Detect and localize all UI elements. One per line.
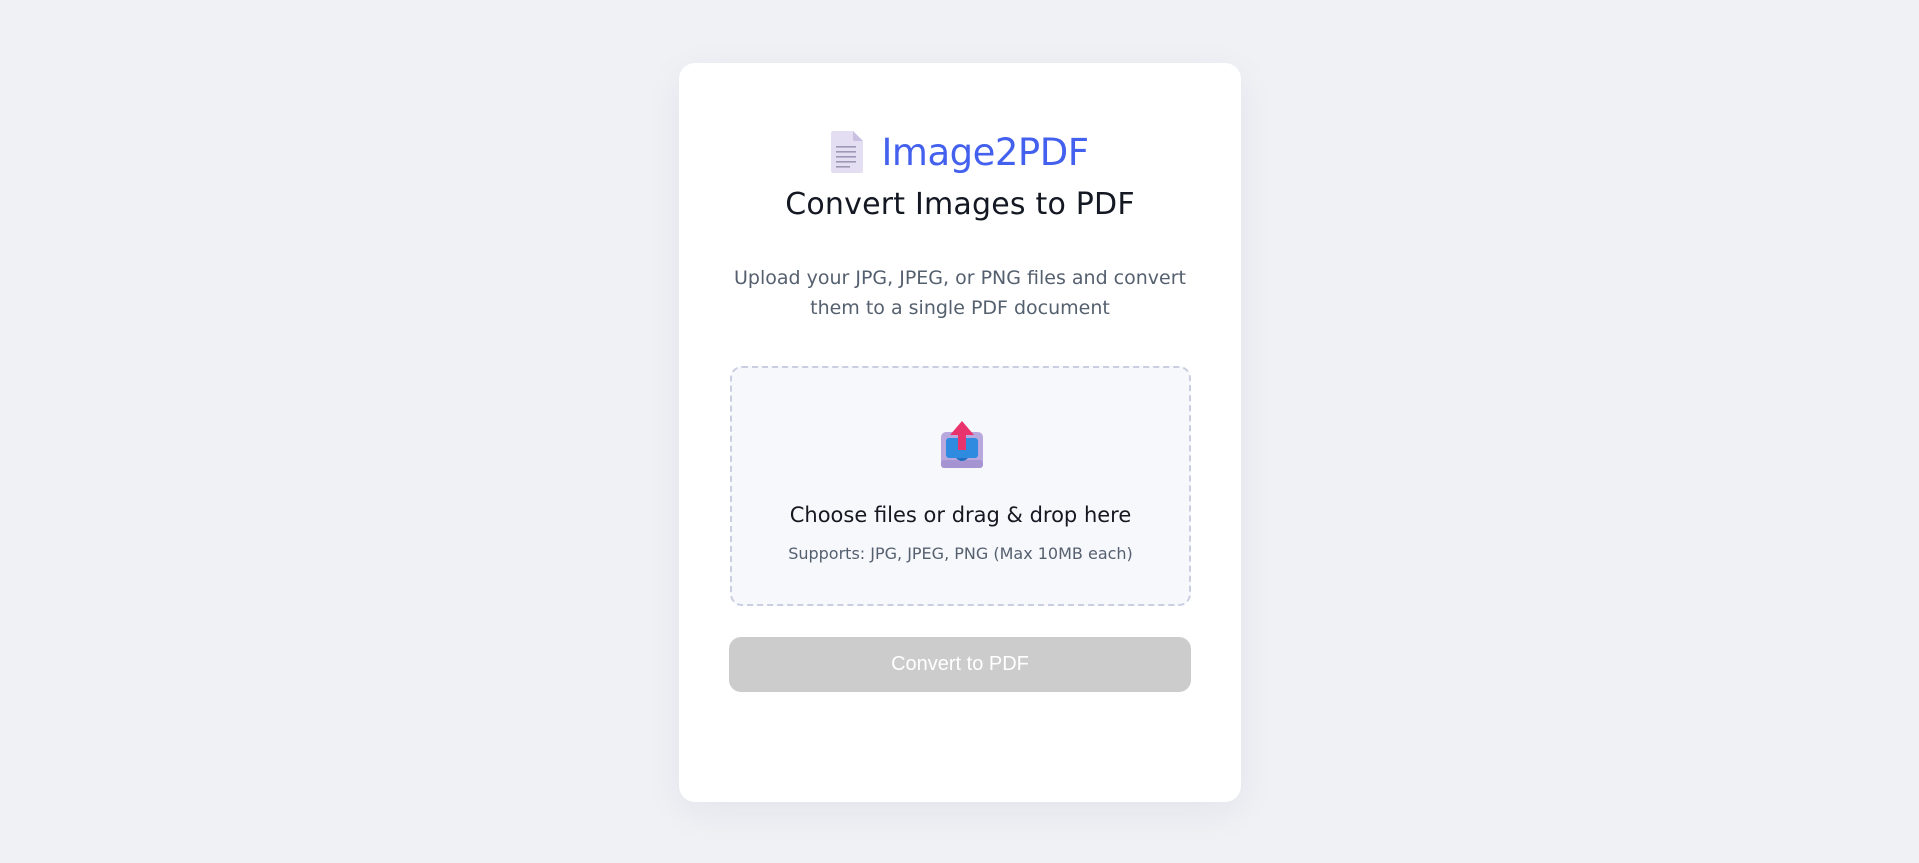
brand-header: Image2PDF bbox=[679, 121, 1241, 183]
upload-icon bbox=[941, 421, 983, 468]
dropzone-hint: Supports: JPG, JPEG, PNG (Max 10MB each) bbox=[788, 544, 1133, 563]
file-dropzone[interactable]: Choose files or drag & drop here Support… bbox=[730, 366, 1191, 606]
page-title: Convert Images to PDF bbox=[785, 187, 1135, 222]
brand-name: Image2PDF bbox=[881, 130, 1089, 174]
dropzone-title: Choose files or drag & drop here bbox=[789, 503, 1132, 527]
converter-card: Image2PDF Convert Images to PDF Upload y… bbox=[679, 63, 1241, 802]
convert-to-pdf-button[interactable]: Convert to PDF bbox=[729, 637, 1191, 692]
document-icon bbox=[831, 131, 864, 173]
page-subtitle: Upload your JPG, JPEG, or PNG files and … bbox=[734, 267, 1186, 319]
